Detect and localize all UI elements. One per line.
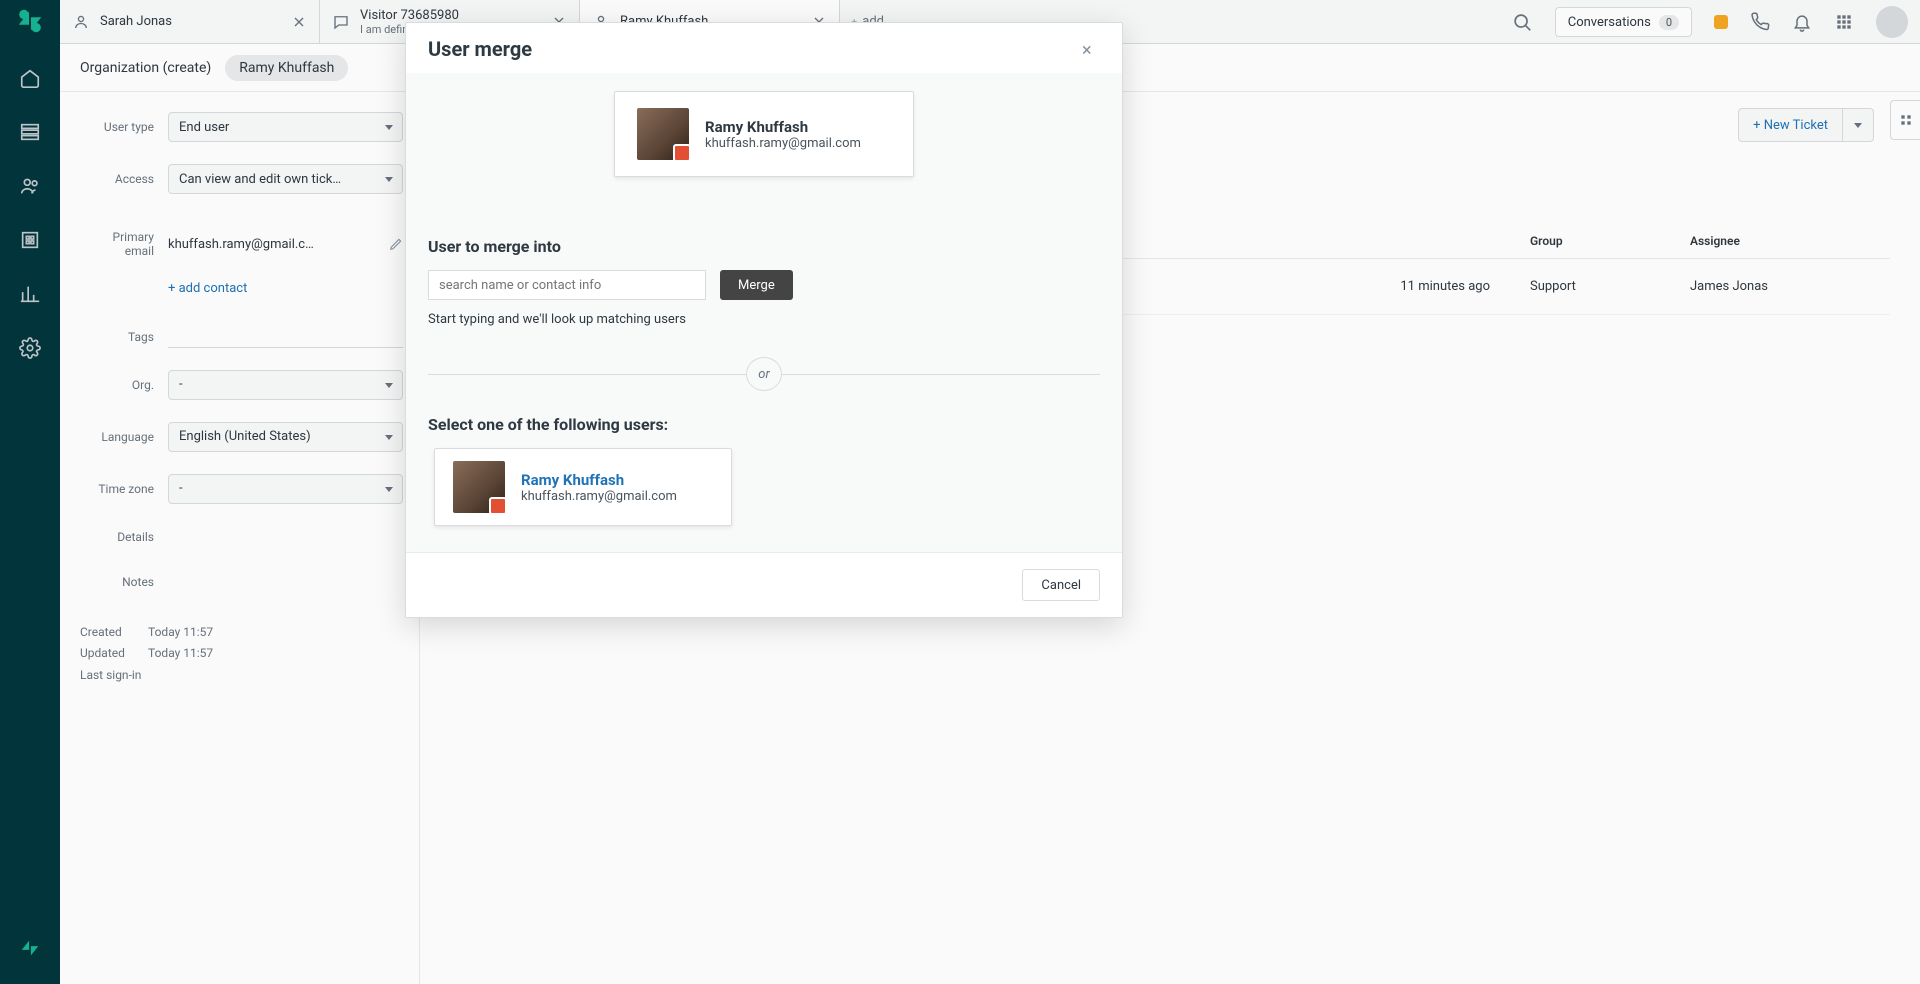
candidate-user-email: khuffash.ramy@gmail.com <box>521 489 677 504</box>
modal-title: User merge <box>428 37 532 61</box>
merge-search-input[interactable] <box>428 270 706 300</box>
merge-button[interactable]: Merge <box>720 270 793 300</box>
candidate-user-name[interactable]: Ramy Khuffash <box>521 471 677 489</box>
section-merge-into: User to merge into <box>428 237 1100 256</box>
primary-user-email: khuffash.ramy@gmail.com <box>705 136 861 151</box>
user-merge-modal: User merge × Ramy Khuffash khuffash.ramy… <box>405 22 1123 618</box>
primary-user-card: Ramy Khuffash khuffash.ramy@gmail.com <box>614 91 914 177</box>
primary-user-name: Ramy Khuffash <box>705 118 861 136</box>
avatar <box>453 461 505 513</box>
merge-hint: Start typing and we'll look up matching … <box>428 312 1100 327</box>
avatar <box>637 108 689 160</box>
cancel-button[interactable]: Cancel <box>1022 569 1100 601</box>
modal-footer: Cancel <box>406 552 1122 617</box>
divider-or: or <box>428 357 1100 391</box>
candidate-user-card[interactable]: Ramy Khuffash khuffash.ramy@gmail.com <box>434 448 732 526</box>
section-select-users: Select one of the following users: <box>428 415 1100 434</box>
modal-header: User merge × <box>406 23 1122 73</box>
modal-close-icon[interactable]: × <box>1082 40 1100 58</box>
or-badge: or <box>746 357 782 391</box>
modal-body: Ramy Khuffash khuffash.ramy@gmail.com Us… <box>406 73 1122 552</box>
